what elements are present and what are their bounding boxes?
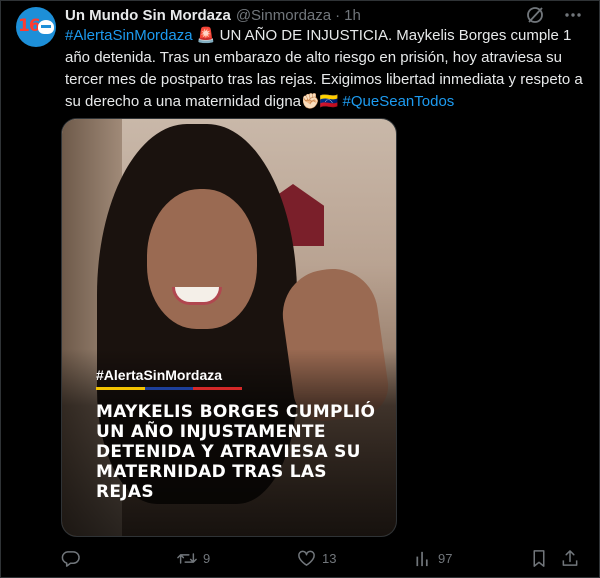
timestamp[interactable]: 1h xyxy=(344,7,361,24)
like-button[interactable]: 13 xyxy=(297,549,336,568)
avatar[interactable]: 16 xyxy=(16,7,56,47)
views-count: 97 xyxy=(438,551,453,566)
reply-icon xyxy=(61,549,80,568)
user-handle[interactable]: @Sinmordaza xyxy=(236,7,331,24)
tweet-card[interactable]: 16 Un Mundo Sin Mordaza @Sinmordaza · 1h xyxy=(0,0,600,578)
flag-bar-red xyxy=(193,387,243,390)
action-bar: 9 13 97 xyxy=(61,547,583,571)
bookmark-icon xyxy=(530,549,548,568)
emoji-group: ✊🏻🇻🇪 xyxy=(301,93,339,110)
hashtag-link-alertasinmordaza[interactable]: #AlertaSinMordaza xyxy=(65,27,193,44)
heart-icon xyxy=(297,549,316,568)
tweet-image[interactable]: #AlertaSinMordaza MAYKELIS BORGES CUMPLI… xyxy=(61,118,397,537)
header-icons xyxy=(525,5,583,25)
bookmark-button[interactable] xyxy=(530,549,548,568)
flag-bar-yellow xyxy=(96,387,145,390)
avatar-mouth-graphic xyxy=(38,20,54,34)
share-icon xyxy=(561,549,579,568)
views-icon xyxy=(414,549,432,568)
repost-count: 9 xyxy=(203,551,211,566)
grok-icon[interactable] xyxy=(525,5,545,25)
overlay-hashtag: #AlertaSinMordaza xyxy=(96,367,223,383)
repost-button[interactable]: 9 xyxy=(177,549,210,568)
tweet-header: Un Mundo Sin Mordaza @Sinmordaza · 1h xyxy=(65,5,587,25)
flag-bar-blue xyxy=(144,387,194,390)
tweet-text: #AlertaSinMordaza 🚨 UN AÑO DE INJUSTICIA… xyxy=(65,25,585,113)
like-count: 13 xyxy=(322,551,337,566)
hashtag-link-queseantodos[interactable]: #QueSeanTodos xyxy=(343,93,455,110)
more-options-icon[interactable] xyxy=(563,5,583,25)
share-button[interactable] xyxy=(561,549,579,568)
overlay-headline: MAYKELIS BORGES CUMPLIÓ UN AÑO INJUSTAME… xyxy=(96,402,376,502)
avatar-number: 16 xyxy=(18,16,41,36)
separator-dot: · xyxy=(335,6,341,24)
views-button[interactable]: 97 xyxy=(414,549,452,568)
photo-person-face xyxy=(147,189,257,329)
alert-emoji: 🚨 xyxy=(196,27,216,44)
reply-button[interactable] xyxy=(61,549,86,568)
flag-color-bars xyxy=(96,387,243,390)
repost-icon xyxy=(177,549,197,568)
display-name[interactable]: Un Mundo Sin Mordaza xyxy=(65,7,231,24)
